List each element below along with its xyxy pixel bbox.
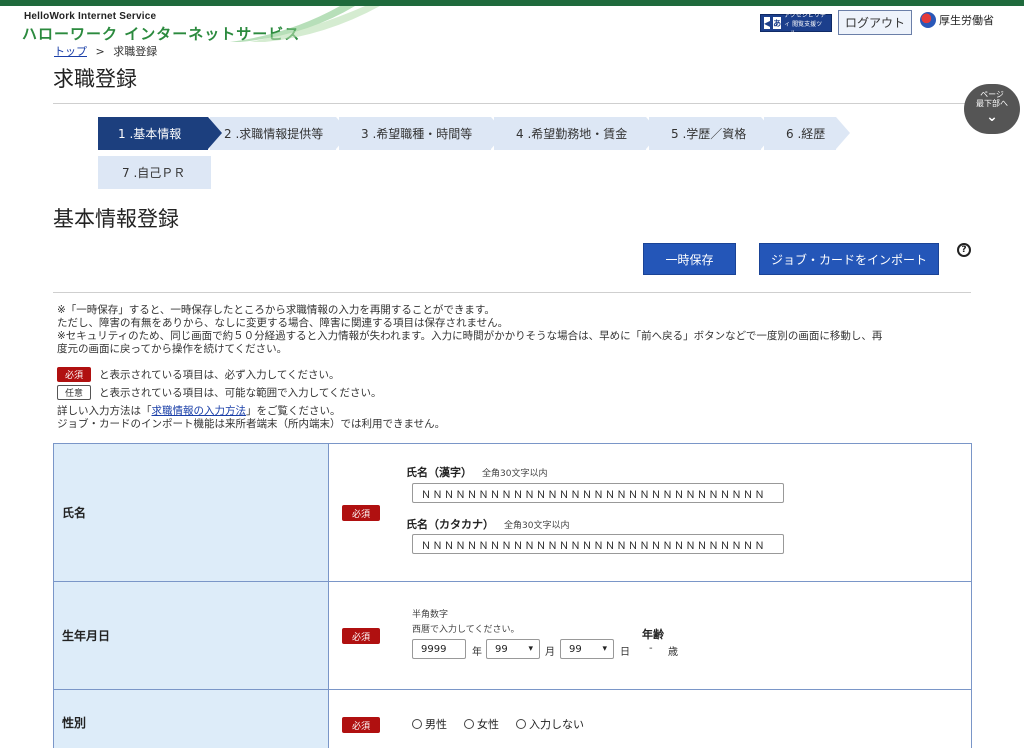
name-kana-hint: 全角30文字以内 [504, 521, 570, 531]
radio-label: 女性 [477, 718, 499, 731]
name-kana-input[interactable]: ＮＮＮＮＮＮＮＮＮＮＮＮＮＮＮＮＮＮＮＮＮＮＮＮＮＮＮＮＮＮ [412, 534, 784, 554]
logout-button[interactable]: ログアウト [838, 10, 912, 35]
birth-day-value: 99 [569, 643, 582, 655]
month-unit: 月 [545, 647, 555, 658]
breadcrumb-separator: > [95, 45, 105, 58]
scroll-bottom-label-2: 最下部へ [976, 99, 1008, 108]
form-row-birthdate: 生年月日 必須 半角数字 西暦で入力してください。 9999 年 99 ▾ 月 … [54, 582, 971, 690]
name-kana-label-text: 氏名（カタカナ） [406, 518, 494, 531]
gender-radio-female[interactable]: 女性 [464, 716, 499, 732]
detail-line2: ジョブ・カードのインポート機能は来所者端末（所内端末）では利用できません。 [57, 418, 446, 430]
name-kana-label: 氏名（カタカナ） 全角30文字以内 [406, 516, 569, 532]
step-label: 4 .希望勤務地・賃金 [516, 127, 628, 141]
radio-circle [464, 719, 474, 729]
chevron-down-icon: ▾ [528, 644, 533, 654]
age-label: 年齢 [642, 628, 664, 641]
step-label: 7 .自己ＰＲ [122, 166, 186, 180]
ministry-label: 厚生労働省 [939, 14, 994, 27]
birth-hint-western: 西暦で入力してください。 [412, 625, 520, 635]
divider [53, 292, 971, 293]
step-basic-info: 1 .基本情報 [98, 117, 222, 150]
birth-hint-numeric: 半角数字 [412, 610, 449, 620]
gender-radio-none[interactable]: 入力しない [516, 716, 584, 732]
accessibility-tool-button[interactable]: ◀ あ アクセシビリティ 閲覧支援ツール [760, 12, 832, 37]
age-unit: 歳 [668, 647, 678, 658]
note-line: 度元の画面に戻ってから操作を続けてください。 [57, 343, 288, 355]
radio-label: 入力しない [529, 718, 584, 731]
section-title: 基本情報登録 [53, 207, 179, 231]
birth-month-select[interactable]: 99 ▾ [486, 639, 540, 659]
step-label: 6 .経歴 [786, 127, 826, 141]
form-row-gender: 性別 必須 男性 女性 入力しない [54, 690, 971, 748]
scroll-to-bottom-button[interactable]: ページ 最下部へ ⌄ [964, 84, 1020, 134]
notes-block: ※「一時保存」すると、一時保存したところから求職情報の入力を再開することができま… [57, 304, 969, 356]
row-label-birthdate: 生年月日 [54, 582, 329, 689]
note-line: ただし、障害の有無をありから、なしに変更する場合、障害に関連する項目は保存されま… [57, 317, 509, 329]
input-method-link[interactable]: 求職情報の入力方法 [152, 405, 247, 417]
name-kanji-hint: 全角30文字以内 [482, 469, 548, 479]
detail-prefix: 詳しい入力方法は「 [57, 405, 152, 417]
note-line: ※セキュリティのため、同じ画面で約５０分経過すると入力情報が失われます。入力に時… [57, 330, 883, 342]
detail-suffix: 」をご覧ください。 [246, 405, 341, 417]
divider [53, 103, 971, 104]
legend-optional-text: と表示されている項目は、可能な範囲で入力してください。 [99, 387, 382, 399]
step-label: 3 .希望職種・時間等 [361, 127, 473, 141]
name-kanji-input[interactable]: ＮＮＮＮＮＮＮＮＮＮＮＮＮＮＮＮＮＮＮＮＮＮＮＮＮＮＮＮＮＮ [412, 483, 784, 503]
gender-radio-male[interactable]: 男性 [412, 716, 447, 732]
name-kanji-label: 氏名（漢字） 全角30文字以内 [406, 464, 547, 480]
step-job-info: 2 .求職情報提供等 [210, 117, 350, 150]
ministry-mark-icon [920, 12, 936, 28]
required-badge: 必須 [342, 717, 380, 733]
page-title: 求職登録 [53, 67, 137, 91]
step-education: 5 .学歴／資格 [649, 117, 775, 150]
chevron-down-icon: ▾ [602, 644, 607, 654]
radio-label: 男性 [425, 718, 447, 731]
step-job-type: 3 .希望職種・時間等 [339, 117, 505, 150]
age-value: - [649, 643, 653, 654]
required-badge: 必須 [57, 367, 91, 382]
required-badge: 必須 [342, 505, 380, 521]
name-kanji-label-text: 氏名（漢字） [406, 466, 472, 479]
radio-circle [516, 719, 526, 729]
breadcrumb: トップ > 求職登録 [54, 43, 157, 59]
day-unit: 日 [620, 647, 630, 658]
legend-required-text: と表示されている項目は、必ず入力してください。 [99, 369, 340, 381]
optional-badge: 任意 [57, 385, 91, 400]
birth-year-input[interactable]: 9999 [412, 639, 466, 659]
required-badge: 必須 [342, 628, 380, 644]
scroll-bottom-label-1: ページ [980, 90, 1004, 99]
radio-circle [412, 719, 422, 729]
year-unit: 年 [472, 647, 482, 658]
text-icon: あ [773, 17, 782, 29]
breadcrumb-current: 求職登録 [113, 45, 158, 58]
temp-save-button[interactable]: 一時保存 [643, 243, 736, 275]
form-row-name: 氏名 必須 氏名（漢字） 全角30文字以内 ＮＮＮＮＮＮＮＮＮＮＮＮＮＮＮＮＮＮＮ… [54, 444, 971, 582]
speaker-icon: ◀ [764, 17, 771, 29]
chevron-down-icon: ⌄ [986, 109, 998, 125]
import-job-card-button[interactable]: ジョブ・カードをインポート [759, 243, 939, 275]
step-label: 5 .学歴／資格 [671, 127, 747, 141]
ministry-logo[interactable]: 厚生労働省 [920, 12, 994, 28]
basic-info-form: 氏名 必須 氏名（漢字） 全角30文字以内 ＮＮＮＮＮＮＮＮＮＮＮＮＮＮＮＮＮＮＮ… [53, 443, 972, 748]
logo-subtitle: HelloWork Internet Service [24, 11, 157, 22]
accessibility-label: アクセシビリティ 閲覧支援ツール [784, 11, 826, 37]
row-label-gender: 性別 [54, 690, 329, 748]
note-line: ※「一時保存」すると、一時保存したところから求職情報の入力を再開することができま… [57, 304, 495, 316]
birth-day-select[interactable]: 99 ▾ [560, 639, 614, 659]
row-label-name: 氏名 [54, 444, 329, 581]
step-label: 1 .基本情報 [118, 127, 182, 141]
legend-optional: 任意 と表示されている項目は、可能な範囲で入力してください。 [57, 385, 382, 400]
detail-text: 詳しい入力方法は「求職情報の入力方法」をご覧ください。 ジョブ・カードのインポー… [57, 405, 445, 431]
legend-required: 必須 と表示されている項目は、必ず入力してください。 [57, 367, 340, 382]
breadcrumb-top-link[interactable]: トップ [54, 45, 87, 58]
help-icon[interactable]: ? [957, 243, 971, 257]
logo-swoosh-graphic [230, 6, 380, 42]
step-location-wage: 4 .希望勤務地・賃金 [494, 117, 660, 150]
step-self-pr: 7 .自己ＰＲ [98, 156, 211, 189]
step-label: 2 .求職情報提供等 [224, 127, 324, 141]
birth-month-value: 99 [495, 643, 508, 655]
site-header: HelloWork Internet Service ハローワーク インターネッ… [0, 6, 1024, 43]
